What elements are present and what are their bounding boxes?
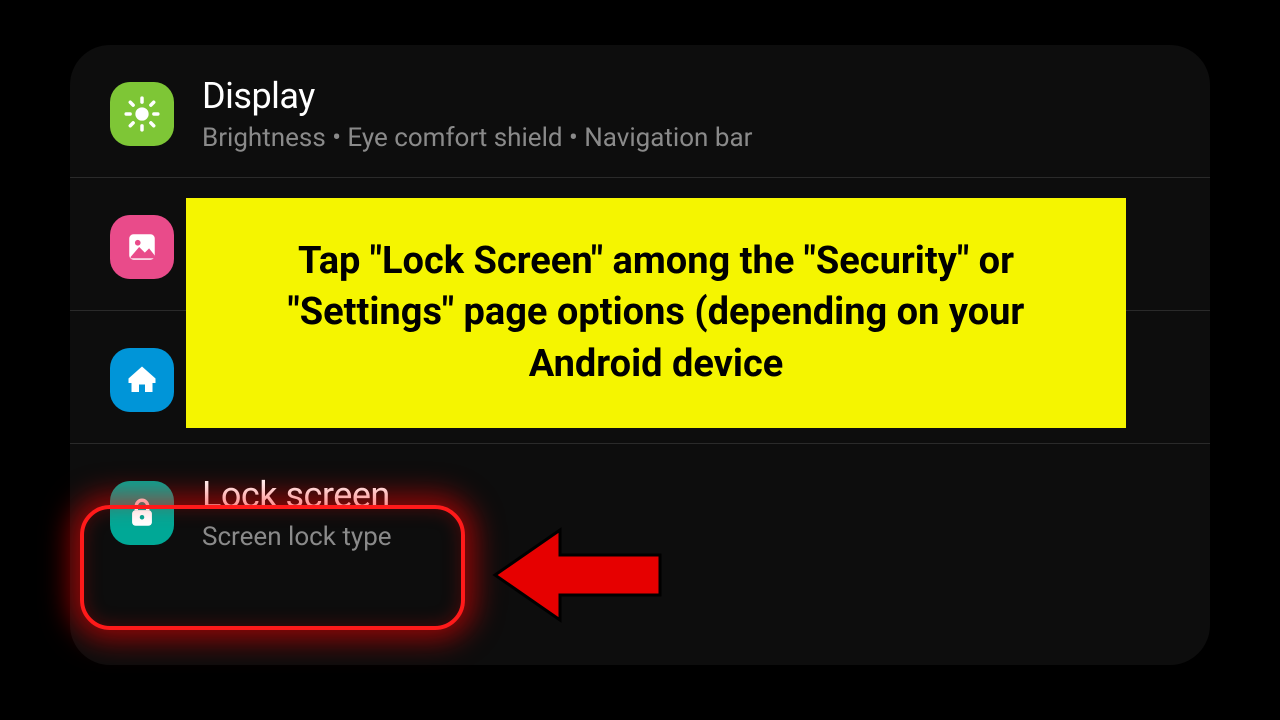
settings-item-title: Lock screen	[202, 474, 392, 516]
settings-item-title: Display	[202, 75, 752, 117]
settings-item-subtitle: Brightness • Eye comfort shield • Naviga…	[202, 123, 752, 153]
wallpaper-icon	[110, 215, 174, 279]
settings-item-text: Lock screen Screen lock type	[202, 474, 392, 552]
callout-text: Tap "Lock Screen" among the "Security" o…	[226, 236, 1086, 390]
instruction-callout: Tap "Lock Screen" among the "Security" o…	[186, 198, 1126, 428]
settings-item-lock-screen[interactable]: Lock screen Screen lock type	[70, 444, 1210, 576]
lock-icon	[110, 481, 174, 545]
brightness-icon	[110, 82, 174, 146]
settings-item-subtitle: Screen lock type	[202, 522, 392, 552]
home-icon	[110, 348, 174, 412]
settings-item-text: Display Brightness • Eye comfort shield …	[202, 75, 752, 153]
settings-item-display[interactable]: Display Brightness • Eye comfort shield …	[70, 45, 1210, 178]
